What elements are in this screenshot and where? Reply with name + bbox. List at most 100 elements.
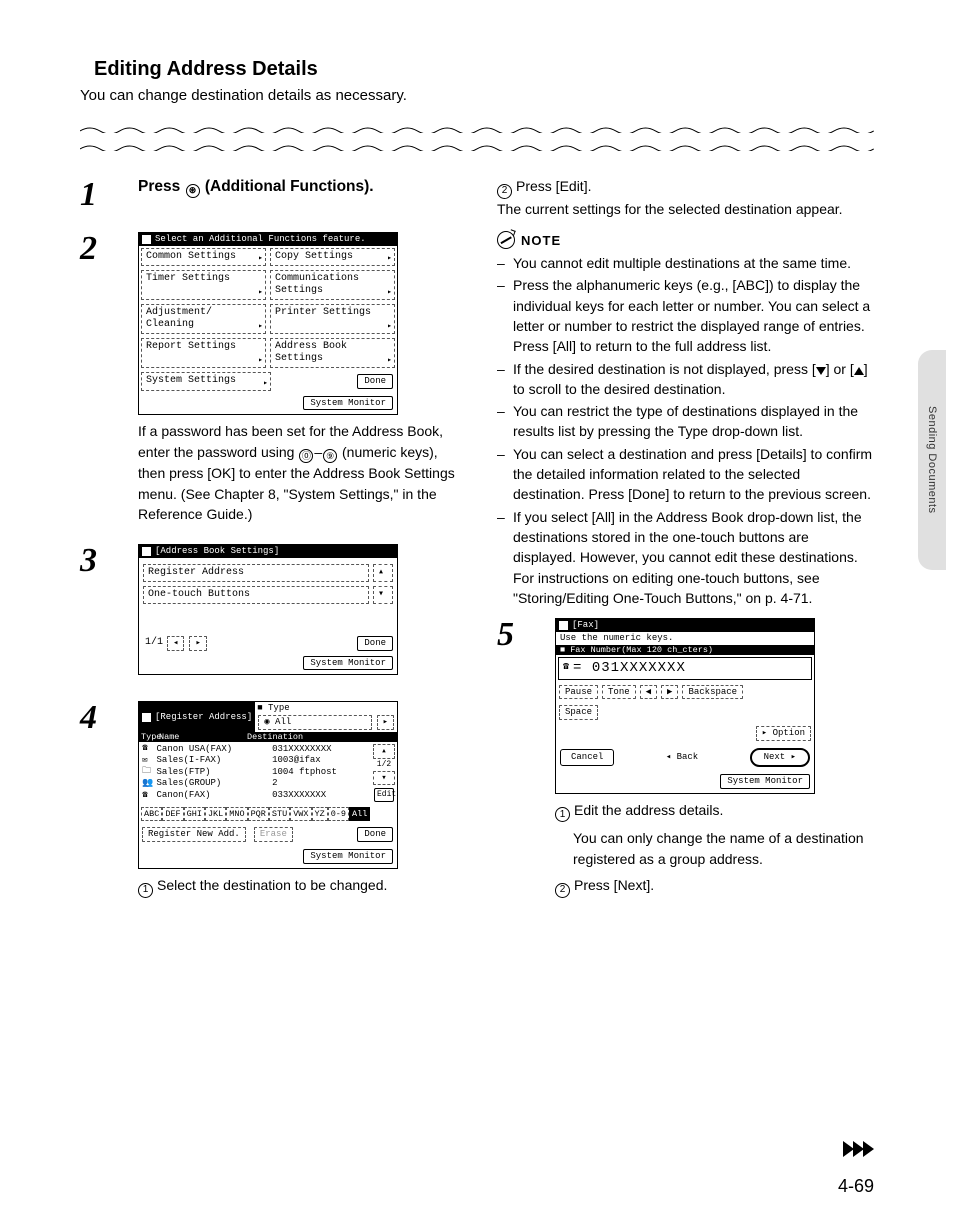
table-row[interactable]: 👥Sales(GROUP)2 xyxy=(140,778,370,790)
fax-number-field[interactable]: ☎ = 031XXXXXXX xyxy=(558,657,812,680)
tone-button[interactable]: Tone xyxy=(602,685,636,700)
type-dropdown[interactable]: ◉ All xyxy=(258,715,371,730)
up-triangle-icon xyxy=(854,367,864,375)
type-expand-button[interactable]: ▸ xyxy=(377,715,394,730)
step5-panel: [Fax] Use the numeric keys. ■ Fax Number… xyxy=(555,618,815,794)
cell-report[interactable]: Report Settings▸ xyxy=(141,338,266,368)
next-button[interactable]: Next ▸ xyxy=(750,748,810,767)
col-head-name: Name xyxy=(159,732,247,742)
step-5: 5 [Fax] Use the numeric keys. ■ Fax Numb… xyxy=(497,616,874,898)
step5-caption-1: 1Edit the address details. xyxy=(555,800,874,823)
step3-panel: [Address Book Settings] Register Address… xyxy=(138,544,398,675)
alpha-mno[interactable]: MNO xyxy=(226,807,247,821)
step4-sysmon-button[interactable]: System Monitor xyxy=(303,849,393,864)
step2-paragraph: If a password has been set for the Addre… xyxy=(138,421,457,524)
step5-field-label: ■ Fax Number(Max 120 ch_cters) xyxy=(556,645,814,655)
alpha-jkl[interactable]: JKL xyxy=(205,807,226,821)
down-triangle-icon xyxy=(816,367,826,375)
table-row[interactable]: ☎Canon(FAX)033XXXXXXX xyxy=(140,790,370,802)
page-next-button[interactable]: ▸ xyxy=(189,636,206,651)
option-button[interactable]: ▸ Option xyxy=(756,726,811,741)
step4-panel: [Register Address] ■ Type ◉ All▸ Type Na… xyxy=(138,701,398,868)
step-number-3: 3 xyxy=(80,544,120,578)
note-list: You cannot edit multiple destinations at… xyxy=(497,253,874,608)
alpha-vwx[interactable]: VWX xyxy=(290,807,311,821)
step3-done-button[interactable]: Done xyxy=(357,636,393,651)
cancel-button[interactable]: Cancel xyxy=(560,749,614,766)
note-icon xyxy=(497,231,515,249)
erase-button[interactable]: Erase xyxy=(254,827,293,842)
edit-button[interactable]: Edit xyxy=(374,788,394,802)
note-item: You can restrict the type of destination… xyxy=(497,401,874,442)
step-number-4: 4 xyxy=(80,701,120,735)
fax-icon: ☎ xyxy=(140,790,150,801)
step-4: 4 [Register Address] ■ Type ◉ All▸ Type xyxy=(80,699,457,897)
step3-page: 1/1 xyxy=(145,637,163,649)
table-row[interactable]: ✉Sales(I-FAX)1003@ifax xyxy=(140,755,370,767)
gear-icon xyxy=(559,621,568,630)
step4-breadcrumb: [Register Address] xyxy=(155,712,252,723)
additional-functions-key-icon: ⊛ xyxy=(186,184,200,198)
group-icon: 👥 xyxy=(140,778,150,789)
step4-done-button[interactable]: Done xyxy=(357,827,393,842)
alpha-all[interactable]: All xyxy=(349,807,370,821)
note-item: If the desired destination is not displa… xyxy=(497,359,874,400)
step5-sysmon-button[interactable]: System Monitor xyxy=(720,774,810,789)
space-button[interactable]: Space xyxy=(559,705,598,720)
table-row[interactable]: 🗀Sales(FTP)1004 ftphost xyxy=(140,766,370,778)
cell-adjust[interactable]: Adjustment/ Cleaning▸ xyxy=(141,304,266,334)
alpha-abc[interactable]: ABC xyxy=(141,807,162,821)
backspace-button[interactable]: Backspace xyxy=(682,685,743,700)
cell-addrbook[interactable]: Address Book Settings▸ xyxy=(270,338,395,368)
cursor-right-button[interactable]: ▶ xyxy=(661,685,678,700)
page-number: 4-69 xyxy=(838,1176,874,1197)
alpha-filter-row: ABC DEF GHI JKL MNO PQR STU VWX YZ 0-9 A… xyxy=(139,805,397,823)
cell-common[interactable]: Common Settings▸ xyxy=(141,248,266,266)
list-up-button[interactable]: ▴ xyxy=(373,744,395,759)
note-item: You can select a destination and press [… xyxy=(497,444,874,505)
register-new-button[interactable]: Register New Add. xyxy=(142,827,246,842)
wavy-divider xyxy=(80,120,874,136)
item-onetouch[interactable]: One-touch Buttons xyxy=(143,586,369,604)
page-prev-button[interactable]: ◂ xyxy=(167,636,184,651)
alpha-yz[interactable]: YZ xyxy=(312,807,328,821)
step5-breadcrumb: [Fax] xyxy=(572,620,599,631)
item-register-address[interactable]: Register Address xyxy=(143,564,369,582)
cell-timer[interactable]: Timer Settings▸ xyxy=(141,270,266,300)
step2-done-button[interactable]: Done xyxy=(357,374,393,389)
step5-caption-2: 2Press [Next]. xyxy=(555,875,874,898)
pause-button[interactable]: Pause xyxy=(559,685,598,700)
step-number-5: 5 xyxy=(497,618,537,652)
cell-system[interactable]: System Settings▸ xyxy=(141,372,271,391)
right-press-edit: 2Press [Edit]. The current settings for … xyxy=(497,176,874,219)
step3-breadcrumb: [Address Book Settings] xyxy=(155,546,279,557)
alpha-def[interactable]: DEF xyxy=(162,807,183,821)
gear-icon xyxy=(142,547,151,556)
back-button[interactable]: Back xyxy=(677,752,699,762)
right-line2: The current settings for the selected de… xyxy=(497,201,843,217)
gear-icon xyxy=(142,713,151,722)
note-item: Press the alphanumeric keys (e.g., [ABC]… xyxy=(497,275,874,356)
alpha-pqr[interactable]: PQR xyxy=(248,807,269,821)
cell-printer[interactable]: Printer Settings▸ xyxy=(270,304,395,334)
gear-icon xyxy=(142,235,151,244)
alpha-stu[interactable]: STU xyxy=(269,807,290,821)
circled-1-icon: 1 xyxy=(555,807,570,822)
numeric-key-9-icon: ⑨ xyxy=(323,449,337,463)
scroll-up-button[interactable]: ▴ xyxy=(373,564,393,582)
step-number-2: 2 xyxy=(80,232,120,266)
alpha-09[interactable]: 0-9 xyxy=(328,807,349,821)
ifax-icon: ✉ xyxy=(140,755,150,766)
step2-panel: Select an Additional Functions feature. … xyxy=(138,232,398,415)
table-row[interactable]: ☎Canon USA(FAX)031XXXXXXXX xyxy=(140,743,370,755)
cell-copy[interactable]: Copy Settings▸ xyxy=(270,248,395,266)
cursor-left-button[interactable]: ◀ xyxy=(640,685,657,700)
alpha-ghi[interactable]: GHI xyxy=(184,807,205,821)
step5-caption-1-note: You can only change the name of a destin… xyxy=(573,828,874,869)
scroll-down-button[interactable]: ▾ xyxy=(373,586,393,604)
cell-comm[interactable]: Communications Settings▸ xyxy=(270,270,395,300)
list-down-button[interactable]: ▾ xyxy=(373,771,395,786)
step3-sysmon-button[interactable]: System Monitor xyxy=(303,656,393,671)
fax-icon: ☎ xyxy=(140,743,150,754)
step2-sysmon-button[interactable]: System Monitor xyxy=(303,396,393,411)
